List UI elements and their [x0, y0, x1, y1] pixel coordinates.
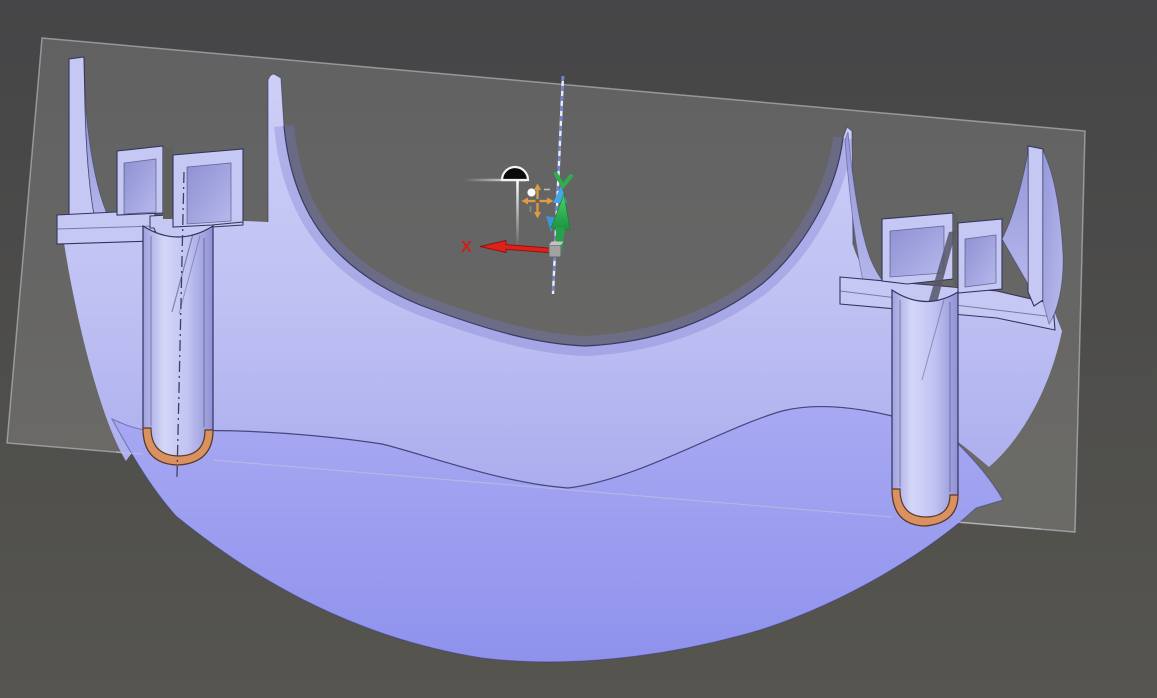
right-post-inner-surface[interactable] — [889, 225, 945, 278]
left-post2-inner-surface[interactable] — [186, 162, 232, 225]
x-axis-label: X — [461, 239, 472, 256]
origin-handle-top — [549, 241, 564, 245]
left-post-gap — [163, 147, 173, 219]
move-icon-dot[interactable] — [527, 188, 536, 197]
right-post-gap — [953, 214, 958, 287]
right-post2-inner-surface[interactable] — [964, 234, 997, 288]
right-rim-cut-face[interactable] — [1027, 145, 1044, 307]
right-screw-boss-tube[interactable] — [891, 288, 959, 527]
cad-viewport[interactable]: X — [0, 0, 1157, 698]
right-tube-bore[interactable] — [891, 288, 959, 527]
left-post-inner-surface[interactable] — [123, 158, 157, 215]
origin-handle[interactable] — [548, 244, 562, 258]
